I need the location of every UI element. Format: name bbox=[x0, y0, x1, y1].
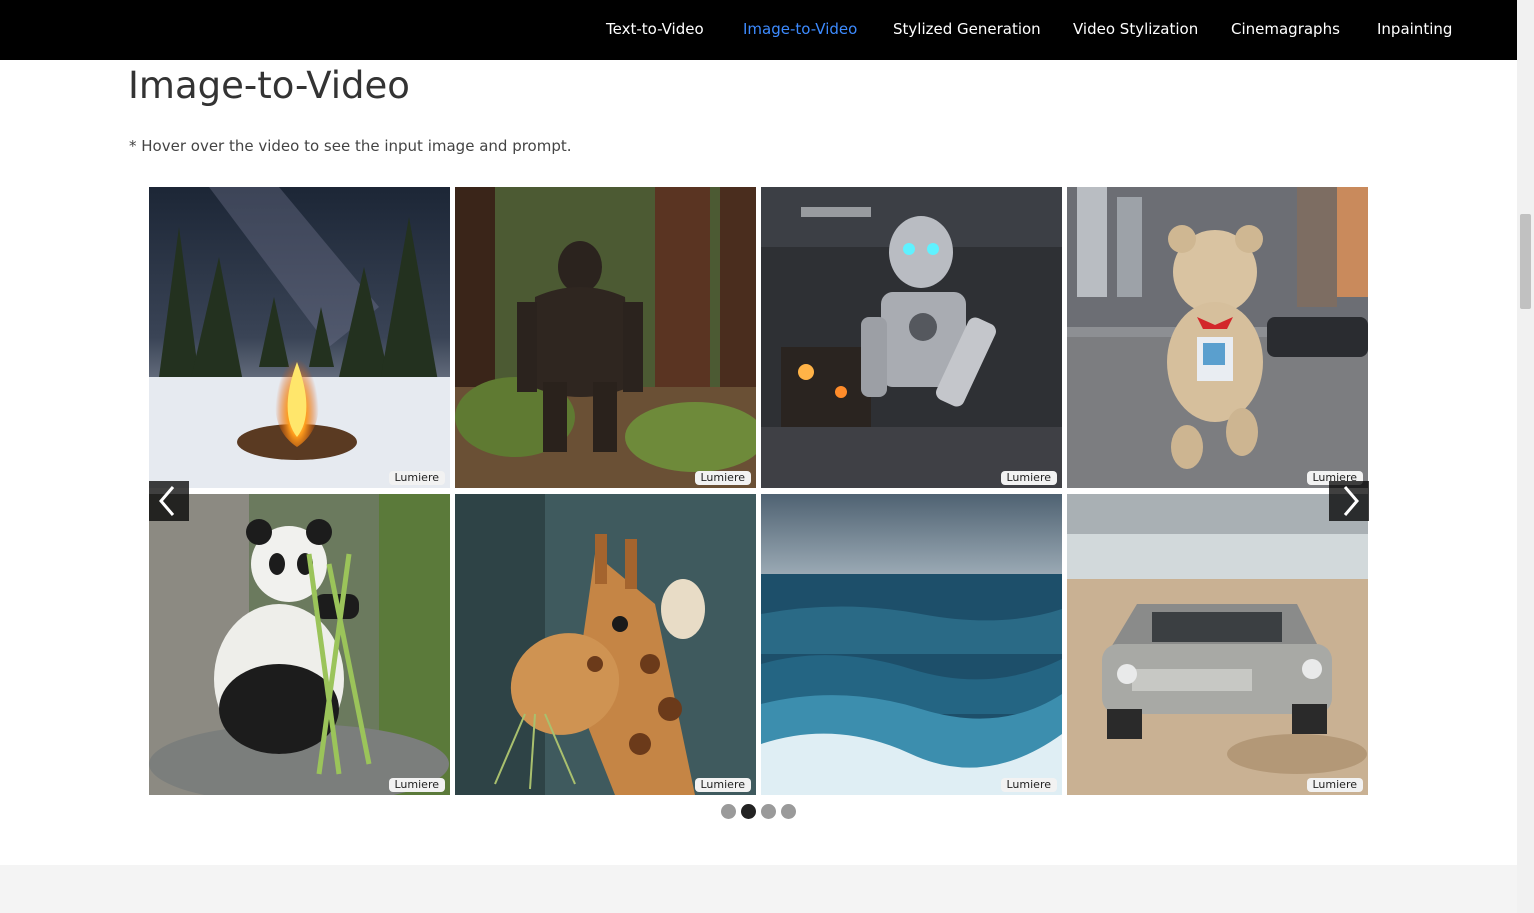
lumiere-badge: Lumiere bbox=[388, 471, 445, 485]
giraffe-thumbnail bbox=[455, 494, 756, 795]
video-tile-vintage-car[interactable]: Lumiere bbox=[1067, 494, 1368, 795]
nav-link-inpainting[interactable]: Inpainting bbox=[1377, 20, 1452, 38]
pagination-dot-4[interactable] bbox=[781, 804, 796, 819]
carousel-prev-button[interactable] bbox=[149, 481, 189, 521]
nav-link-image-to-video[interactable]: Image-to-Video bbox=[743, 20, 857, 38]
teddy-bear-thumbnail bbox=[1067, 187, 1368, 488]
video-tile-ocean-waves[interactable]: Lumiere bbox=[761, 494, 1062, 795]
video-tile-bigfoot[interactable]: Lumiere bbox=[455, 187, 756, 488]
lumiere-badge: Lumiere bbox=[1000, 778, 1057, 792]
campfire-thumbnail bbox=[149, 187, 450, 488]
video-tile-teddy-bear[interactable]: Lumiere bbox=[1067, 187, 1368, 488]
bigfoot-thumbnail bbox=[455, 187, 756, 488]
video-tile-panda[interactable]: Lumiere bbox=[149, 494, 450, 795]
nav-link-text-to-video[interactable]: Text-to-Video bbox=[606, 20, 704, 38]
vertical-scrollbar[interactable] bbox=[1517, 0, 1534, 913]
robot-thumbnail bbox=[761, 187, 1062, 488]
section-title: Image-to-Video bbox=[128, 64, 410, 107]
nav-link-video-stylization[interactable]: Video Stylization bbox=[1073, 20, 1198, 38]
panda-thumbnail bbox=[149, 494, 450, 795]
video-tile-campfire[interactable]: Lumiere bbox=[149, 187, 450, 488]
pagination-dot-1[interactable] bbox=[721, 804, 736, 819]
vintage-car-thumbnail bbox=[1067, 494, 1368, 795]
top-navigation-bar: Text-to-Video Image-to-Video Stylized Ge… bbox=[0, 0, 1517, 60]
chevron-left-icon bbox=[159, 486, 175, 516]
lumiere-badge: Lumiere bbox=[694, 471, 751, 485]
hover-instruction: * Hover over the video to see the input … bbox=[129, 137, 572, 155]
chevron-right-icon bbox=[1343, 486, 1359, 516]
ocean-waves-thumbnail bbox=[761, 494, 1062, 795]
carousel-next-button[interactable] bbox=[1329, 481, 1369, 521]
nav-link-cinemagraphs[interactable]: Cinemagraphs bbox=[1231, 20, 1340, 38]
pagination-dot-3[interactable] bbox=[761, 804, 776, 819]
lumiere-badge: Lumiere bbox=[1306, 778, 1363, 792]
nav-link-stylized-generation[interactable]: Stylized Generation bbox=[893, 20, 1041, 38]
next-section-band bbox=[0, 865, 1517, 913]
pagination-dot-2[interactable] bbox=[741, 804, 756, 819]
video-tile-giraffe[interactable]: Lumiere bbox=[455, 494, 756, 795]
video-tile-robot[interactable]: Lumiere bbox=[761, 187, 1062, 488]
scrollbar-thumb[interactable] bbox=[1520, 214, 1531, 309]
lumiere-badge: Lumiere bbox=[388, 778, 445, 792]
lumiere-badge: Lumiere bbox=[694, 778, 751, 792]
lumiere-badge: Lumiere bbox=[1000, 471, 1057, 485]
